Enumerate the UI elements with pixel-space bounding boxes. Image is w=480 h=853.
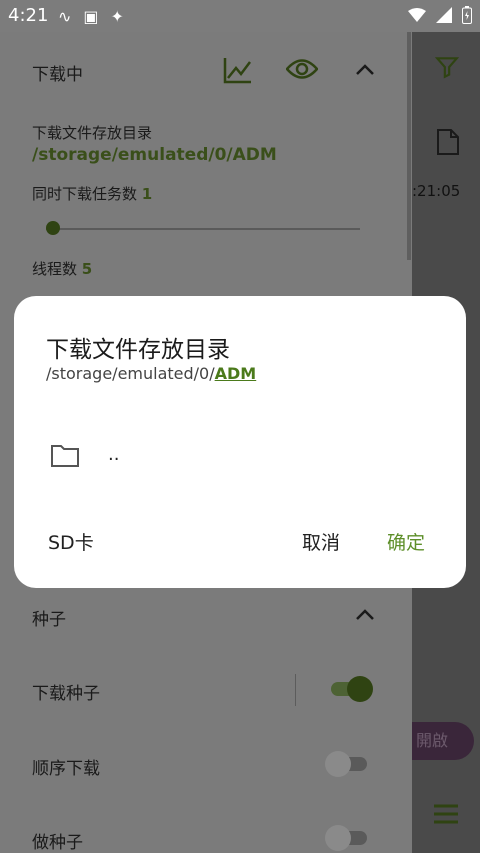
download-torrent-label: 下载种子 — [32, 684, 100, 704]
folder-icon — [51, 445, 79, 467]
wifi-icon — [408, 8, 426, 22]
folder-name: .. — [108, 444, 120, 465]
dialog-title: 下载文件存放目录 — [46, 337, 230, 363]
toggle-thumb — [347, 676, 373, 702]
folder-row-parent[interactable]: .. — [50, 436, 430, 476]
seeding-label: 做种子 — [32, 833, 83, 853]
ok-button[interactable]: 确定 — [387, 528, 425, 555]
background-time-text: :21:05 — [412, 182, 461, 200]
eye-icon[interactable] — [286, 58, 318, 80]
signal-icon — [436, 7, 452, 23]
directory-picker-dialog: 下载文件存放目录 /storage/emulated/0/ADM .. SD卡 … — [14, 296, 466, 588]
torrent-chevron-up-icon[interactable] — [356, 608, 374, 620]
wave-notification-icon: ∿ — [58, 7, 72, 26]
torrent-section-title: 种子 — [32, 610, 66, 630]
download-dir-path[interactable]: /storage/emulated/0/ADM — [32, 145, 277, 165]
toggle-thumb — [325, 825, 351, 851]
concurrent-tasks-value: 1 — [141, 185, 153, 203]
threads-label: 线程数 5 — [32, 260, 93, 278]
scrollbar[interactable] — [407, 32, 411, 260]
app-notification-icon: ▣ — [83, 7, 99, 26]
breadcrumb-current[interactable]: ADM — [215, 364, 257, 383]
status-time: 4:21 — [8, 5, 49, 26]
seeding-toggle[interactable] — [325, 825, 367, 851]
list-icon[interactable] — [432, 802, 460, 826]
cancel-button[interactable]: 取消 — [302, 528, 340, 555]
bug-notification-icon: ✦ — [110, 7, 124, 26]
breadcrumb: /storage/emulated/0/ADM — [46, 364, 256, 383]
concurrent-tasks-slider[interactable] — [46, 221, 360, 235]
status-system-icons — [408, 6, 472, 24]
filter-icon[interactable] — [434, 54, 460, 80]
vertical-divider — [295, 674, 296, 706]
slider-knob[interactable] — [46, 221, 60, 235]
threads-value: 5 — [81, 260, 93, 278]
file-icon — [437, 129, 459, 155]
battery-icon — [462, 6, 472, 24]
start-button[interactable]: 開啟 — [412, 722, 474, 760]
downloading-section-title: 下载中 — [32, 65, 83, 85]
sd-card-button[interactable]: SD卡 — [48, 528, 94, 555]
concurrent-tasks-label: 同时下载任务数 1 — [32, 185, 153, 203]
sequential-download-label: 顺序下载 — [32, 759, 100, 779]
toggle-thumb — [325, 751, 351, 777]
chart-icon[interactable] — [223, 56, 253, 84]
sequential-download-toggle[interactable] — [325, 751, 367, 777]
status-bar: 4:21 ∿ ▣ ✦ — [0, 0, 480, 32]
chevron-up-icon[interactable] — [356, 63, 374, 75]
breadcrumb-prefix[interactable]: /storage/emulated/0/ — [46, 364, 215, 383]
download-dir-label: 下载文件存放目录 — [32, 124, 153, 142]
download-torrent-toggle[interactable] — [331, 676, 373, 702]
status-notification-icons: ∿ ▣ ✦ — [58, 7, 124, 26]
